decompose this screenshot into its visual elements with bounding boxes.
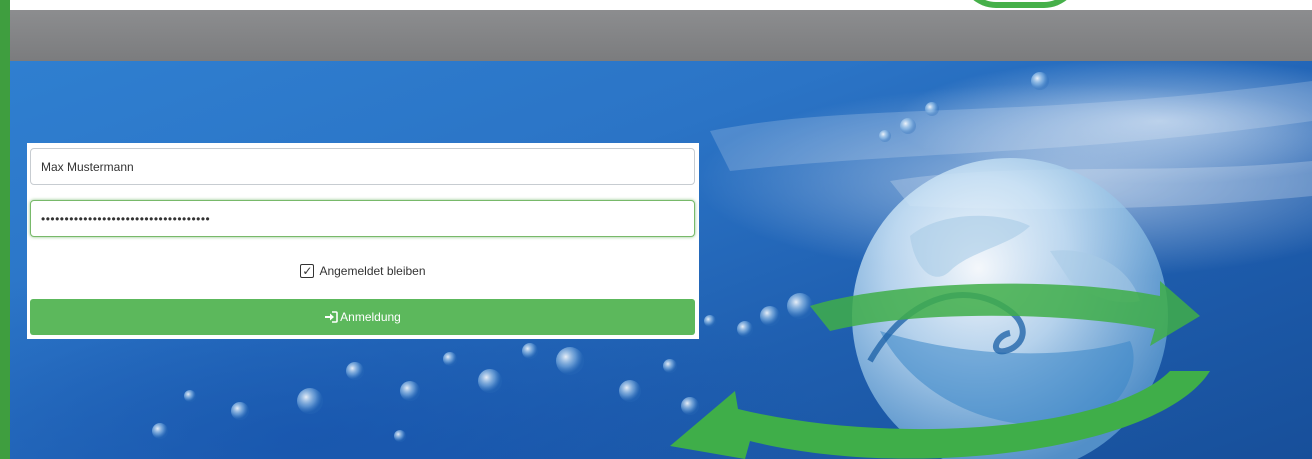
login-card: Max Mustermann •••••••••••••••••••••••••…	[27, 143, 699, 339]
hero-background: Max Mustermann •••••••••••••••••••••••••…	[10, 61, 1312, 459]
remember-me[interactable]: ✓ Angemeldet bleiben	[27, 261, 699, 281]
login-button[interactable]: Anmeldung	[30, 299, 695, 335]
sign-in-icon	[325, 311, 338, 323]
header-bar	[10, 10, 1312, 61]
remember-label: Angemeldet bleiben	[319, 264, 426, 278]
remember-checkbox[interactable]: ✓	[300, 264, 315, 278]
username-field[interactable]: Max Mustermann	[30, 148, 695, 185]
left-accent-strip	[0, 0, 10, 459]
login-button-label: Anmeldung	[340, 310, 401, 324]
green-arc-logo-icon	[960, 0, 1080, 8]
password-field[interactable]: ••••••••••••••••••••••••••••••••••••	[30, 200, 695, 237]
top-strip	[10, 0, 1312, 10]
